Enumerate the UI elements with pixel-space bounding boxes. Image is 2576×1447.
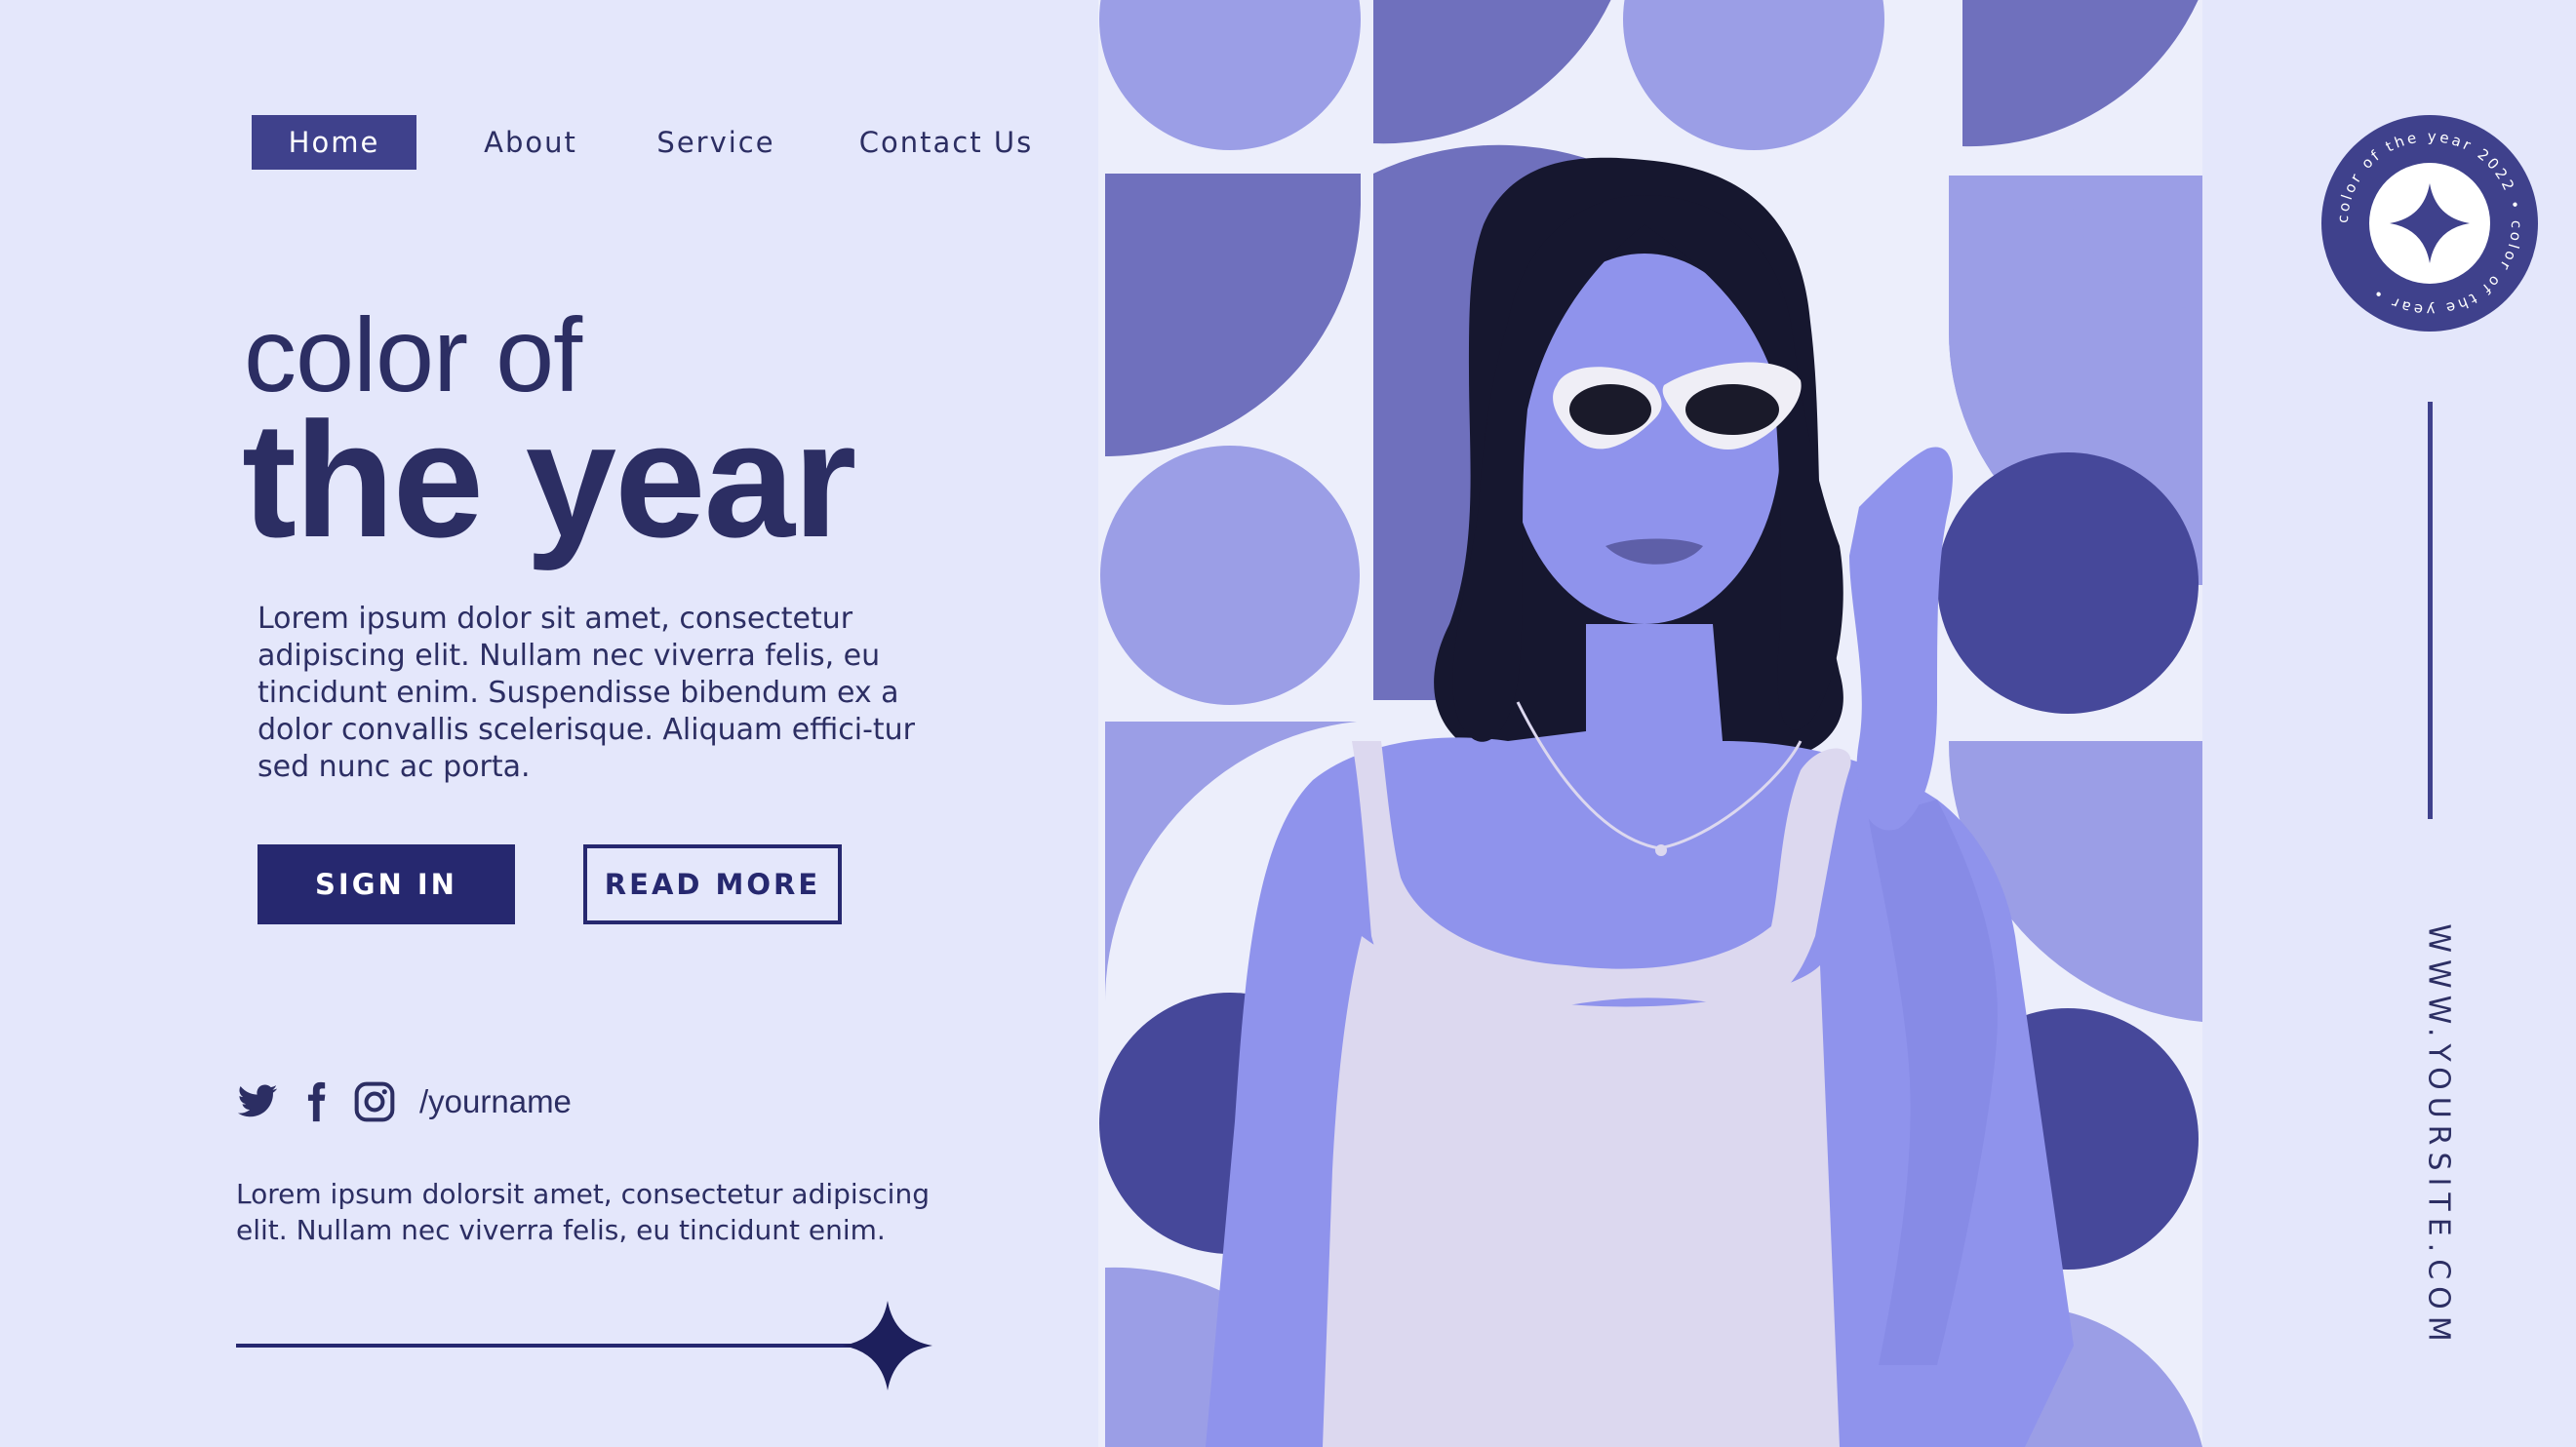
facebook-icon[interactable] <box>295 1080 337 1123</box>
footer-text: Lorem ipsum dolorsit amet, consectetur a… <box>236 1178 930 1246</box>
color-of-the-year-badge: color of the year 2022 • color of the ye… <box>2321 115 2538 332</box>
social-handle[interactable]: /yourname <box>419 1080 572 1123</box>
site-url[interactable]: WWW.YOURSITE.COM <box>2422 923 2456 1348</box>
divider-star-line <box>236 1301 932 1390</box>
hero-image-panel <box>1098 0 2202 1447</box>
hero-title-line2: the year <box>242 388 856 571</box>
nav-about-link[interactable]: About <box>462 115 599 170</box>
hero-body-text: Lorem ipsum dolor sit amet, consectetur … <box>258 602 916 784</box>
hero-image <box>1098 0 2202 1447</box>
star-icon <box>843 1301 932 1390</box>
sign-in-button[interactable]: SIGN IN <box>258 844 515 924</box>
vertical-divider <box>2428 402 2433 819</box>
twitter-icon[interactable] <box>236 1080 279 1123</box>
instagram-icon[interactable] <box>353 1080 396 1123</box>
nav-home-link[interactable]: Home <box>252 115 416 170</box>
nav-contact-link[interactable]: Contact Us <box>849 115 1044 170</box>
nav-service-link[interactable]: Service <box>644 115 788 170</box>
read-more-button[interactable]: READ MORE <box>583 844 842 924</box>
